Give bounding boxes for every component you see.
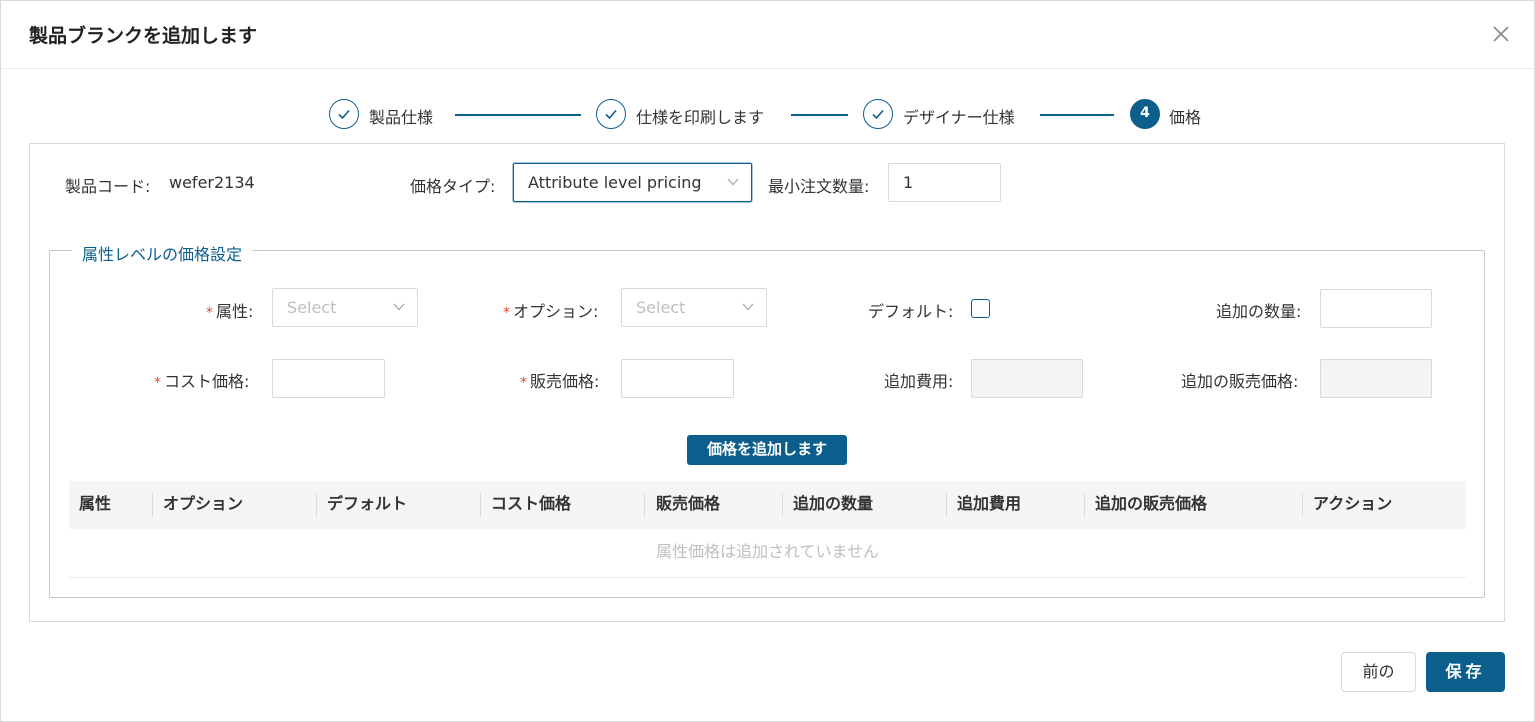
product-code-value: wefer2134 <box>169 173 255 192</box>
column-divider <box>1302 493 1303 517</box>
price-type-select[interactable]: Attribute level pricing <box>513 163 752 202</box>
moq-label: 最小注文数量: <box>768 177 870 196</box>
column-divider <box>644 493 645 517</box>
additional-fee-label: 追加費用: <box>884 372 954 391</box>
add-product-blank-dialog: 製品ブランクを追加します 製品仕様 仕様を印刷します デザイナー仕様 4 価格 … <box>0 0 1535 722</box>
attribute-pricing-legend: 属性レベルの価格設定 <box>72 241 253 265</box>
additional-sale-price-label: 追加の販売価格: <box>1181 372 1299 391</box>
chevron-down-icon <box>742 303 754 311</box>
column-header: アクション <box>1313 494 1393 513</box>
column-header: デフォルト <box>327 494 408 513</box>
option-label: * オプション: <box>503 302 599 321</box>
additional-qty-label: 追加の数量: <box>1216 302 1302 321</box>
step-4-number-icon: 4 <box>1130 99 1160 129</box>
column-header: コスト価格 <box>491 494 572 513</box>
sale-price-input[interactable] <box>621 359 734 398</box>
previous-button[interactable]: 前の <box>1341 652 1416 692</box>
column-divider <box>946 493 947 517</box>
additional-fee-input <box>971 359 1083 398</box>
price-type-value: Attribute level pricing <box>528 173 702 192</box>
column-header: 追加費用 <box>957 494 1022 513</box>
step-2-label[interactable]: 仕様を印刷します <box>636 104 764 128</box>
column-divider <box>782 493 783 517</box>
additional-qty-input[interactable] <box>1320 289 1432 328</box>
column-header: 追加の販売価格 <box>1095 494 1208 513</box>
price-type-label: 価格タイプ: <box>410 177 496 196</box>
required-mark: * <box>520 375 527 391</box>
chevron-down-icon <box>393 303 405 311</box>
close-icon <box>1493 26 1509 42</box>
column-header: オプション <box>163 494 244 513</box>
required-mark: * <box>206 305 213 321</box>
column-header: 属性 <box>79 494 112 513</box>
default-checkbox[interactable] <box>971 299 990 318</box>
attribute-label: * 属性: <box>206 302 254 321</box>
add-price-button[interactable]: 価格を追加します <box>687 435 847 465</box>
step-connector <box>791 114 848 116</box>
close-button[interactable] <box>1488 21 1514 47</box>
column-divider <box>1084 493 1085 517</box>
option-select[interactable]: Select <box>621 288 767 327</box>
cost-price-input[interactable] <box>272 359 385 398</box>
step-connector <box>1040 114 1114 116</box>
chevron-down-icon <box>727 178 739 186</box>
pricing-card: 製品コード: wefer2134 価格タイプ: Attribute level … <box>29 143 1505 622</box>
dialog-header: 製品ブランクを追加します <box>1 1 1534 69</box>
cost-price-label: * コスト価格: <box>154 372 250 391</box>
stepper: 製品仕様 仕様を印刷します デザイナー仕様 4 価格 <box>329 99 1229 131</box>
column-divider <box>152 493 153 517</box>
column-header: 追加の数量 <box>793 494 874 513</box>
sale-price-label: * 販売価格: <box>520 372 600 391</box>
attribute-select[interactable]: Select <box>272 288 418 327</box>
table-empty-message: 属性価格は追加されていません <box>69 529 1466 578</box>
column-divider <box>316 493 317 517</box>
table-header: 属性 オプション デフォルト コスト価格 販売価格 追加の数量 追加費用 追加の… <box>69 481 1466 529</box>
step-2-check-icon <box>596 99 626 129</box>
attribute-select-placeholder: Select <box>287 298 337 317</box>
product-code-label: 製品コード: <box>65 177 151 196</box>
step-3-label[interactable]: デザイナー仕様 <box>903 104 1015 128</box>
default-label: デフォルト: <box>868 302 954 321</box>
step-4-label[interactable]: 価格 <box>1169 104 1201 128</box>
column-divider <box>480 493 481 517</box>
step-1-check-icon <box>329 99 359 129</box>
attribute-pricing-section: 属性レベルの価格設定 * 属性: Select * オプション: Select デフ… <box>49 241 1485 598</box>
step-1-label[interactable]: 製品仕様 <box>369 104 433 128</box>
save-button[interactable]: 保存 <box>1426 652 1505 692</box>
dialog-title: 製品ブランクを追加します <box>29 25 258 47</box>
step-3-check-icon <box>863 99 893 129</box>
step-connector <box>455 114 581 116</box>
required-mark: * <box>154 375 161 391</box>
required-mark: * <box>503 305 510 321</box>
moq-input[interactable]: 1 <box>888 163 1001 202</box>
additional-sale-price-input <box>1320 359 1432 398</box>
column-header: 販売価格 <box>656 494 721 513</box>
option-select-placeholder: Select <box>636 298 686 317</box>
attribute-price-table: 属性 オプション デフォルト コスト価格 販売価格 追加の数量 追加費用 追加の… <box>69 481 1466 578</box>
